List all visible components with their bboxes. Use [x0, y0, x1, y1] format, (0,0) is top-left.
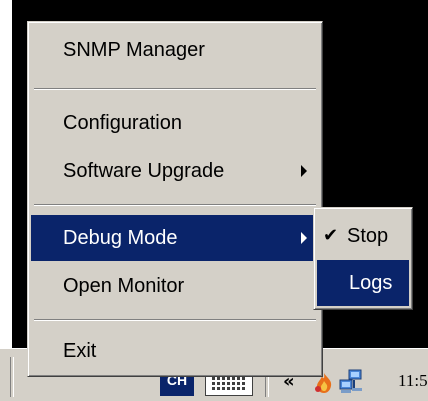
chevron-right-icon — [301, 165, 307, 177]
menu-item-label: SNMP Manager — [63, 39, 205, 61]
tray-context-menu: SNMP Manager Configuration Software Upgr… — [27, 21, 323, 377]
taskbar-divider — [10, 357, 14, 397]
menu-item-open-monitor[interactable]: Open Monitor — [31, 263, 319, 309]
menu-separator — [34, 88, 316, 90]
submenu-item-logs[interactable]: Logs — [317, 260, 409, 306]
keyboard-key-row — [212, 377, 246, 380]
menu-item-label: Open Monitor — [63, 275, 185, 297]
system-clock[interactable]: 11:5 — [398, 370, 428, 392]
menu-item-configuration[interactable]: Configuration — [31, 100, 319, 146]
menu-item-exit[interactable]: Exit — [31, 328, 319, 374]
menu-separator — [34, 319, 316, 321]
chevron-right-icon — [301, 232, 307, 244]
screen: CH « 11:5 SNMP Manager Configuration Sof… — [0, 0, 428, 401]
submenu-item-stop[interactable]: ✔ Stop — [317, 213, 409, 259]
menu-item-debug-mode[interactable]: Debug Mode — [31, 215, 319, 261]
window-edge — [0, 0, 12, 401]
menu-item-label: Configuration — [63, 112, 182, 134]
keyboard-key-row — [212, 387, 246, 390]
menu-item-snmp-manager[interactable]: SNMP Manager — [31, 27, 319, 73]
menu-item-label: Software Upgrade — [63, 160, 225, 182]
keyboard-key-row — [212, 382, 246, 385]
debug-mode-submenu: ✔ Stop Logs — [313, 207, 413, 310]
submenu-item-label: Logs — [349, 272, 393, 294]
network-tray-icon[interactable] — [338, 368, 364, 396]
menu-item-label: Debug Mode — [63, 227, 178, 249]
menu-item-label: Exit — [63, 340, 97, 362]
menu-separator — [34, 204, 316, 206]
menu-item-software-upgrade[interactable]: Software Upgrade — [31, 148, 319, 194]
checkmark-icon: ✔ — [323, 225, 339, 246]
submenu-item-label: Stop — [347, 225, 389, 247]
